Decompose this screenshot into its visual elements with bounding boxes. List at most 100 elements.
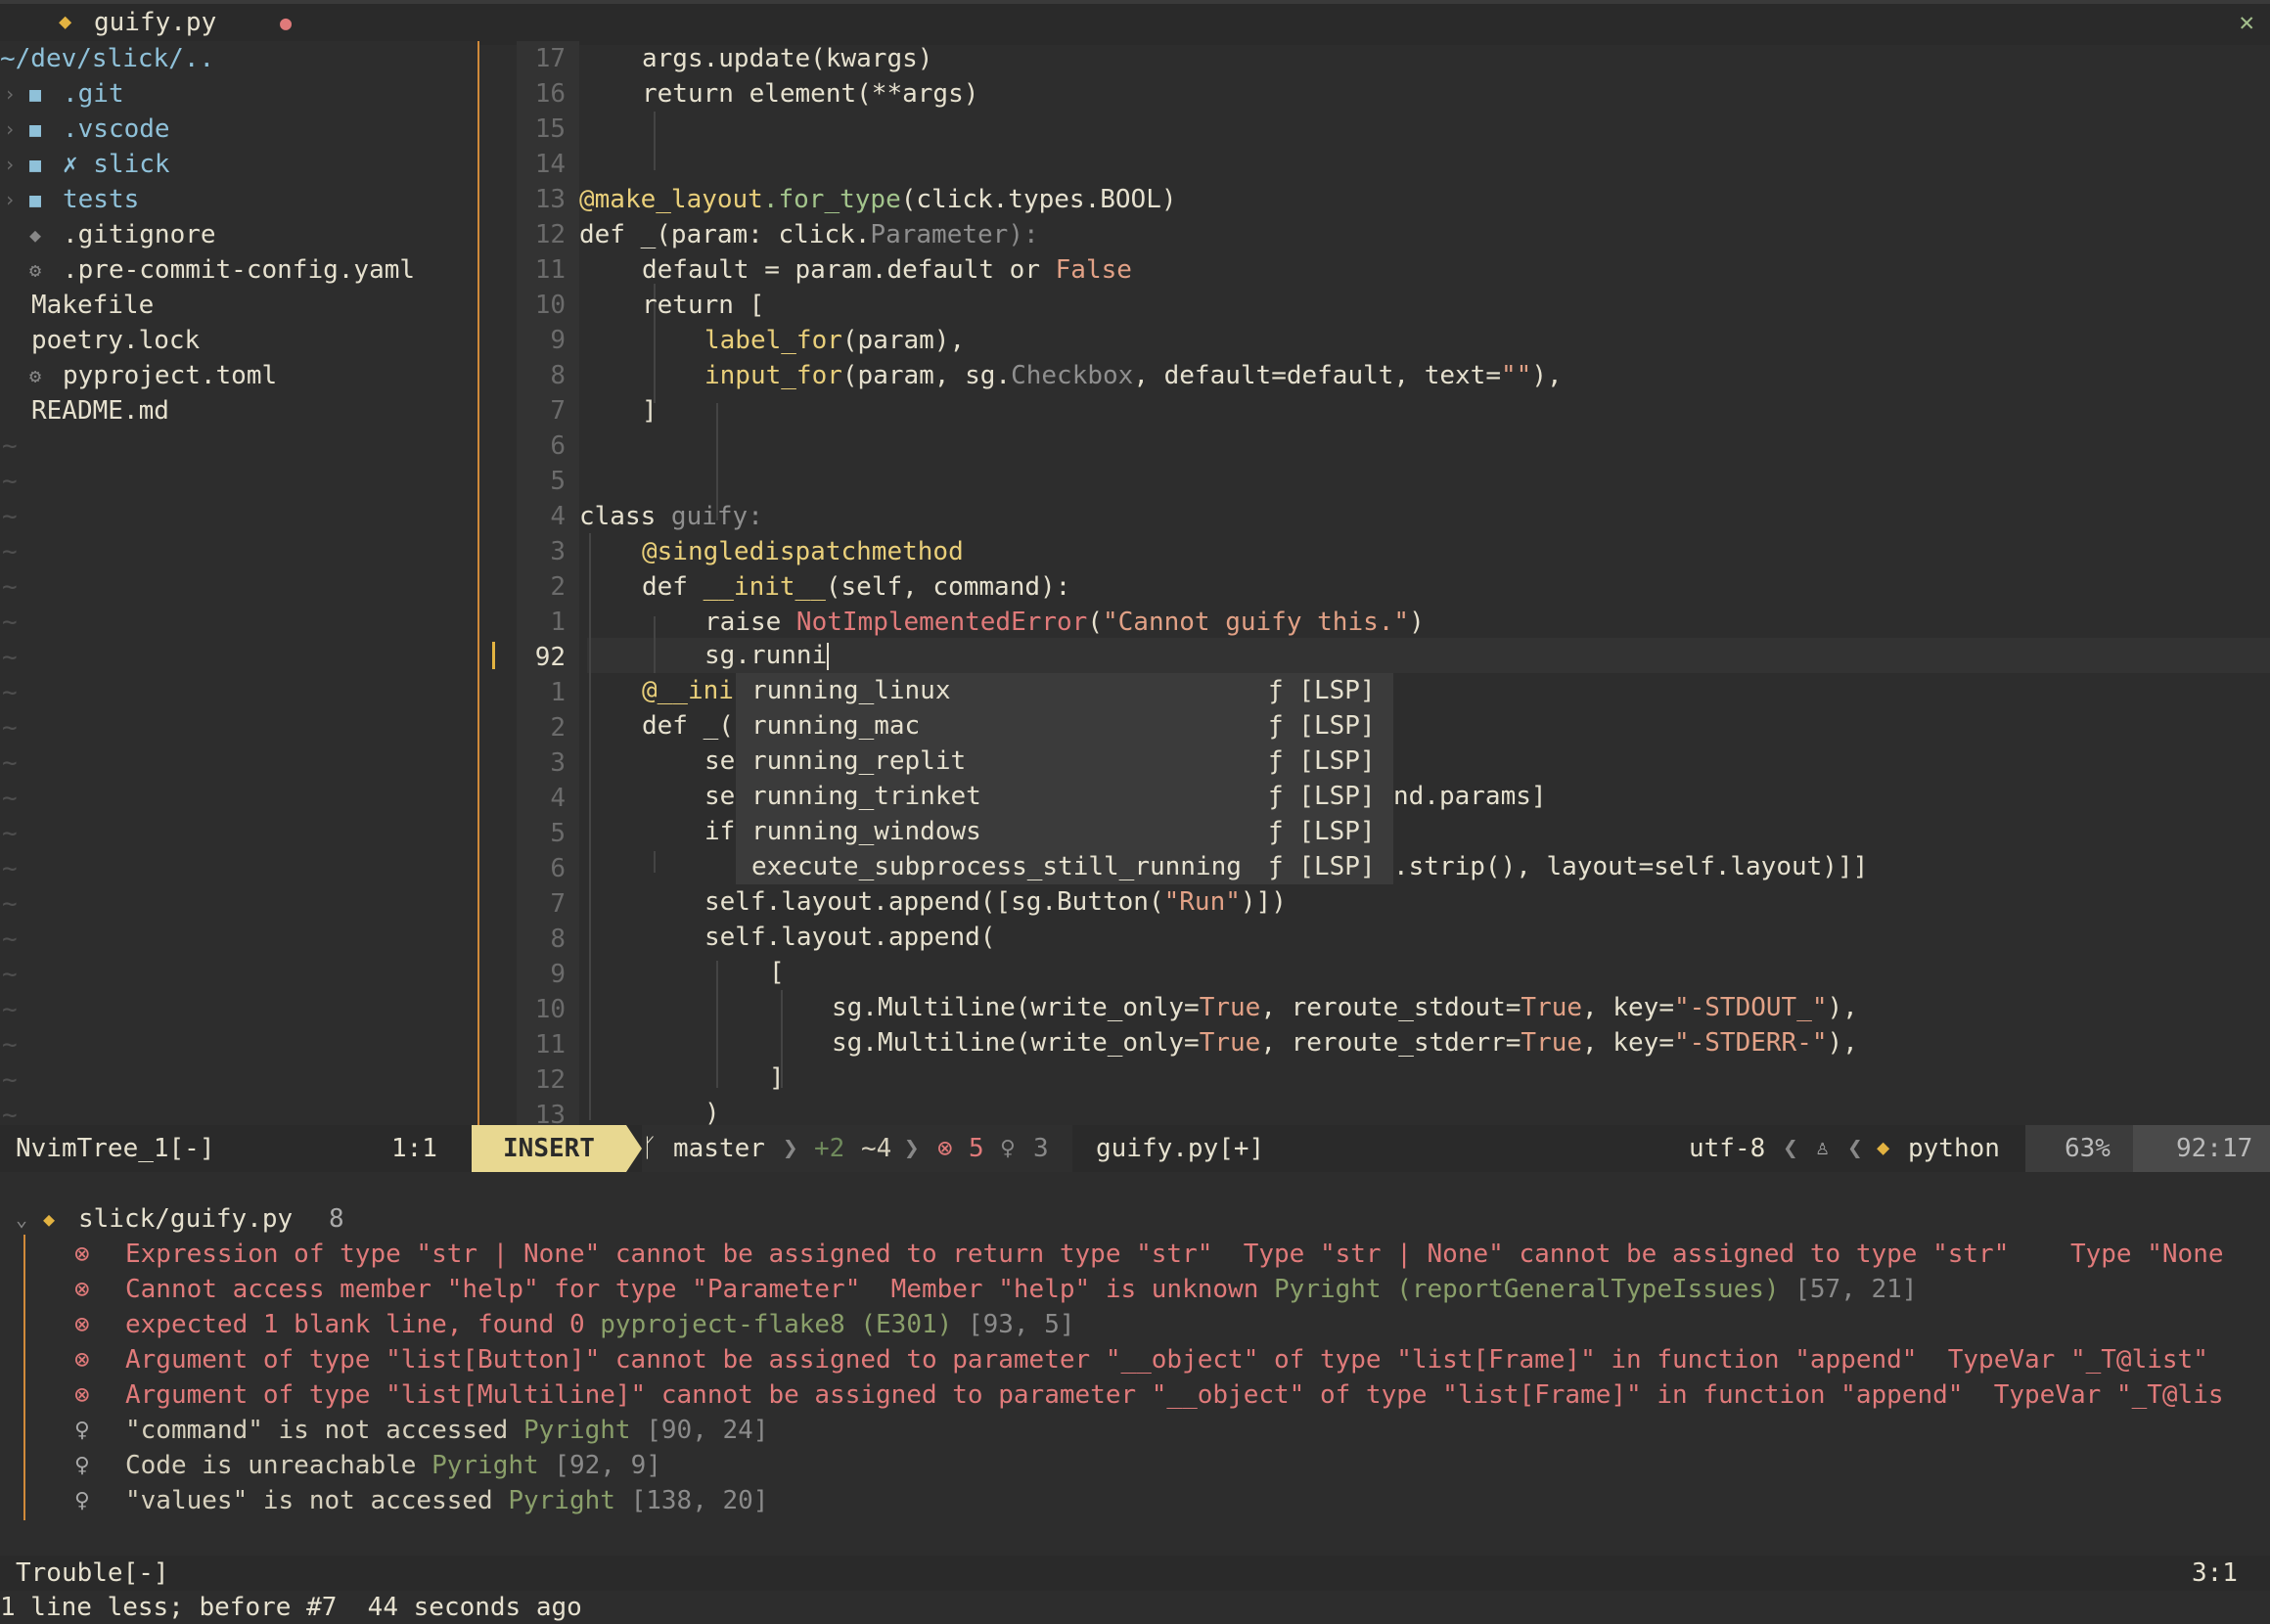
diagnostic-item[interactable]: Cannot access member "help" for type "Pa… xyxy=(125,1272,1917,1307)
code-line[interactable]: .strip(), layout=self.layout)]] xyxy=(1393,849,1868,884)
cursor-line-marker xyxy=(492,642,495,669)
completion-item[interactable]: running_replit ƒ [LSP] xyxy=(736,744,1393,779)
code-line[interactable]: se xyxy=(704,779,735,814)
tree-item-label: .gitignore xyxy=(63,220,216,249)
code-line[interactable]: self.layout.append([sg.Button("Run")]) xyxy=(704,884,1287,920)
code-line[interactable]: return [ xyxy=(642,288,764,323)
python-icon: ◆ xyxy=(43,1207,56,1231)
diagnostic-position: [93, 5] xyxy=(952,1310,1075,1339)
empty-line-marker: ~ xyxy=(2,1065,18,1095)
empty-line-marker: ~ xyxy=(2,431,18,461)
diagnostic-source: pyproject-flake8 (E301) xyxy=(600,1310,953,1339)
code-line[interactable]: def _(param: click.Parameter): xyxy=(579,217,1039,252)
completion-item[interactable]: running_windows ƒ [LSP] xyxy=(736,814,1393,849)
code-line[interactable]: return element(**args) xyxy=(642,76,978,112)
code-line[interactable]: raise NotImplementedError("Cannot guify … xyxy=(704,605,1425,640)
line-number: 17 xyxy=(534,44,566,73)
diagnostic-message: Argument of type "list[Multiline]" canno… xyxy=(125,1380,2224,1410)
code-line[interactable]: default = param.default or False xyxy=(642,252,1132,288)
line-number: 16 xyxy=(534,79,566,109)
completion-label: running_linux xyxy=(751,676,951,705)
code-line[interactable]: def _( xyxy=(642,708,734,744)
code-line[interactable]: ] xyxy=(769,1060,785,1096)
diagnostic-item[interactable]: Argument of type "list[Button]" cannot b… xyxy=(125,1342,2208,1377)
line-number: 2 xyxy=(550,572,566,602)
line-number: 13 xyxy=(534,1101,566,1127)
line-number: 5 xyxy=(550,467,566,496)
line-number: 1 xyxy=(550,678,566,707)
hint-icon: ♀ xyxy=(1000,1134,1016,1163)
completion-label: running_windows xyxy=(751,817,981,846)
code-line[interactable]: label_for(param), xyxy=(704,323,965,358)
line-number: 92 xyxy=(534,643,566,672)
code-line[interactable]: @make_layout.for_type(click.types.BOOL) xyxy=(579,182,1177,217)
code-line[interactable]: args.update(kwargs) xyxy=(642,41,932,76)
tab-guify-py[interactable]: guify.py xyxy=(94,4,216,41)
diagnostic-item[interactable]: Argument of type "list[Multiline]" canno… xyxy=(125,1377,2224,1413)
code-line[interactable]: self.layout.append( xyxy=(704,920,995,955)
chevron-right-icon[interactable]: › xyxy=(4,76,16,112)
code-line[interactable]: @__ini xyxy=(642,673,734,708)
chevron-right-icon[interactable]: › xyxy=(4,147,16,182)
line-number: 11 xyxy=(534,1030,566,1060)
code-line[interactable]: def __init__(self, command): xyxy=(642,569,1070,605)
tree-item-label: tests xyxy=(63,185,140,214)
folder-icon: ■ xyxy=(29,153,42,176)
chevron-right-icon[interactable]: › xyxy=(4,182,16,217)
empty-line-marker: ~ xyxy=(2,960,18,989)
tree-buffer-name: NvimTree_1[-] xyxy=(16,1134,215,1163)
code-line[interactable]: @singledispatchmethod xyxy=(642,534,964,569)
completion-item[interactable]: running_trinket ƒ [LSP] xyxy=(736,779,1393,814)
filetype: python xyxy=(1908,1134,2000,1163)
diagnostic-source: Pyright xyxy=(508,1486,615,1515)
code-line[interactable]: se xyxy=(704,744,735,779)
diagnostic-item[interactable]: Code is unreachable Pyright [92, 9] xyxy=(125,1448,661,1483)
line-number: 14 xyxy=(534,150,566,179)
code-line[interactable]: class guify: xyxy=(579,499,763,534)
completion-menu: running_linux ƒ [LSP] running_mac ƒ [LSP] ru… xyxy=(736,673,1393,884)
empty-line-marker: ~ xyxy=(2,467,18,496)
indent-guide xyxy=(589,533,591,1120)
diagnostic-message: Expression of type "str | None" cannot b… xyxy=(125,1240,2224,1269)
empty-line-marker: ~ xyxy=(2,572,18,602)
current-file: guify.py[+] xyxy=(1096,1134,1265,1163)
completion-item[interactable]: running_mac ƒ [LSP] xyxy=(736,708,1393,744)
empty-line-marker: ~ xyxy=(2,713,18,743)
command-line[interactable]: 1 line less; before #7 44 seconds ago xyxy=(0,1591,2270,1624)
file-icon: ⚙ xyxy=(29,364,42,387)
completion-item[interactable]: running_linux ƒ [LSP] xyxy=(736,673,1393,708)
diagnostic-message: "values" is not accessed xyxy=(125,1486,509,1515)
diagnostic-item[interactable]: "values" is not accessed Pyright [138, 2… xyxy=(125,1483,768,1518)
chevron-right-icon[interactable]: › xyxy=(4,112,16,147)
close-icon[interactable]: ✕ xyxy=(2239,4,2254,41)
diagnostic-position: [90, 24] xyxy=(630,1416,769,1445)
code-line[interactable]: ] xyxy=(642,393,658,429)
code-line[interactable]: nd.params] xyxy=(1393,779,1547,814)
completion-item[interactable]: execute_subprocess_still_running ƒ [LSP] xyxy=(736,849,1393,884)
trouble-file-header[interactable]: slick/guify.py xyxy=(78,1201,293,1237)
diagnostic-item[interactable]: "command" is not accessed Pyright [90, 2… xyxy=(125,1413,768,1448)
code-line-current[interactable]: sg.runni xyxy=(704,638,830,673)
line-number: 8 xyxy=(550,925,566,954)
tree-root-path[interactable]: ~/dev/slick/.. xyxy=(0,41,214,76)
code-line[interactable]: sg.Multiline(write_only=True, reroute_st… xyxy=(832,990,1858,1025)
line-number: 9 xyxy=(550,326,566,355)
code-line[interactable]: if xyxy=(704,814,735,849)
code-line[interactable]: sg.Multiline(write_only=True, reroute_st… xyxy=(832,1025,1858,1060)
tree-separator xyxy=(477,41,479,1125)
empty-line-marker: ~ xyxy=(2,784,18,813)
chevron-down-icon[interactable]: ⌄ xyxy=(16,1201,27,1237)
diagnostic-item[interactable]: Expression of type "str | None" cannot b… xyxy=(125,1237,2224,1272)
cursor-position: 92:17 xyxy=(2176,1134,2253,1163)
folder-icon: ■ xyxy=(29,117,42,141)
code-line[interactable]: [ xyxy=(769,955,785,990)
diagnostic-source: Pyright xyxy=(523,1416,631,1445)
code-line[interactable]: input_for(param, sg.Checkbox, default=de… xyxy=(704,358,1563,393)
diagnostic-item[interactable]: expected 1 blank line, found 0 pyproject… xyxy=(125,1307,1075,1342)
diagnostic-message: Code is unreachable xyxy=(125,1451,432,1480)
code-line[interactable]: ) xyxy=(704,1096,720,1125)
tree-item-label: .pre-commit-config.yaml xyxy=(63,255,416,285)
line-number: 4 xyxy=(550,784,566,813)
completion-label: running_mac xyxy=(751,711,921,741)
completion-label: running_replit xyxy=(751,746,967,776)
